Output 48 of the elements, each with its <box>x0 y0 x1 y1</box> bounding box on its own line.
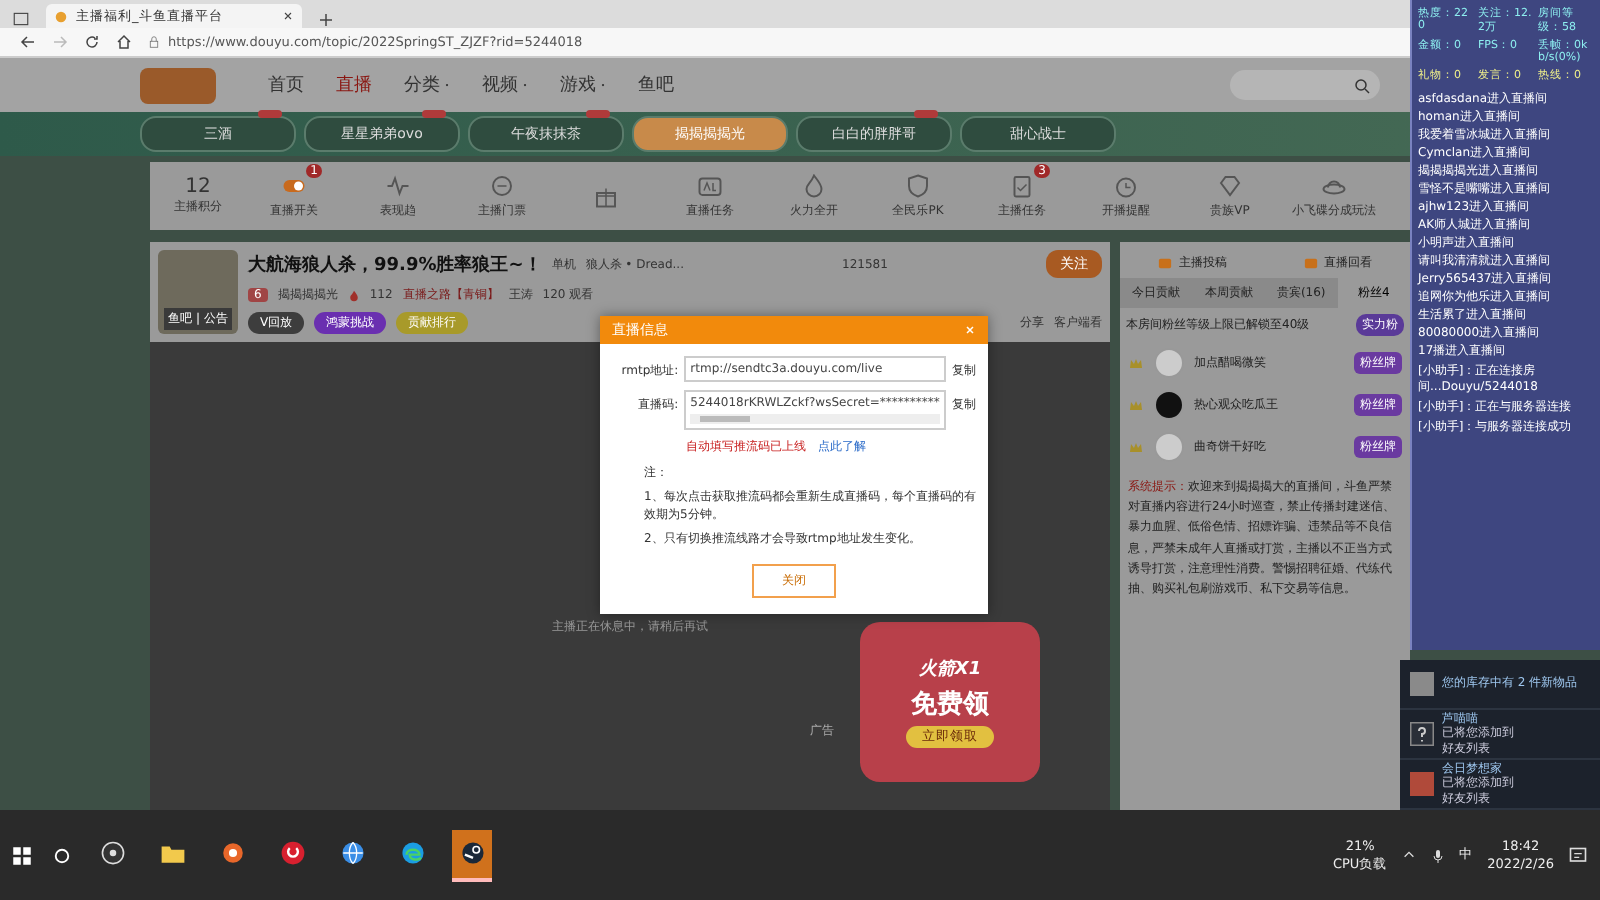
crown-icon <box>1128 397 1144 413</box>
nav-link[interactable]: 鱼吧 <box>638 72 674 98</box>
avatar-circle <box>1154 390 1184 420</box>
notification-icon[interactable] <box>1568 845 1588 865</box>
ad-headline: 免费领 <box>911 688 989 722</box>
diamond-icon[interactable] <box>1218 173 1242 197</box>
search-field[interactable] <box>1230 70 1380 100</box>
alarm-clock-icon[interactable] <box>1114 173 1138 197</box>
waveform-icon[interactable] <box>386 173 410 197</box>
ring-app-icon <box>219 840 245 866</box>
nav-link[interactable]: 直播 <box>336 72 372 98</box>
nav-link[interactable]: 视频 <box>482 72 528 98</box>
browser-icon <box>399 840 425 866</box>
back-arrow-icon[interactable] <box>20 34 36 50</box>
crown-icon <box>1128 355 1144 371</box>
nav-link[interactable]: 首页 <box>268 72 304 98</box>
chevron-up-icon[interactable] <box>1401 848 1416 862</box>
globe-icon <box>339 840 365 866</box>
avatar-circle <box>1154 348 1184 378</box>
nav-link[interactable]: 游戏 <box>560 72 606 98</box>
avatar-placeholder <box>1410 672 1434 696</box>
favicon-icon <box>54 9 68 23</box>
taskbar-app[interactable] <box>452 829 492 881</box>
ad-icon[interactable] <box>698 173 722 197</box>
music-app-icon <box>279 840 305 866</box>
steam-icon <box>459 840 485 866</box>
nav-link[interactable]: 分类 <box>404 72 450 98</box>
clipboard-icon[interactable] <box>1010 173 1034 197</box>
close-icon[interactable] <box>282 10 294 22</box>
shield-icon[interactable] <box>906 173 930 197</box>
microphone-icon[interactable] <box>1429 847 1446 863</box>
room-title: 大航海狼人杀，99.9%胜率狼王~！ <box>248 252 542 277</box>
plus-icon[interactable] <box>318 12 334 28</box>
question-mark-icon <box>1410 722 1434 746</box>
ad-title: 火箭X1 <box>918 656 982 682</box>
circle-app-icon <box>99 840 125 866</box>
search-icon[interactable] <box>52 845 72 865</box>
tab-list-icon[interactable] <box>12 10 30 28</box>
gift-icon[interactable] <box>594 184 618 208</box>
lock-icon <box>148 36 160 48</box>
avatar-placeholder <box>1410 772 1434 796</box>
home-icon[interactable] <box>116 34 132 50</box>
search-icon <box>1354 77 1370 93</box>
windows-start-icon[interactable] <box>12 845 32 865</box>
crown-icon <box>1128 439 1144 455</box>
avatar-circle <box>1154 432 1184 462</box>
score-value: 12 <box>185 176 211 198</box>
refresh-icon[interactable] <box>84 34 100 50</box>
